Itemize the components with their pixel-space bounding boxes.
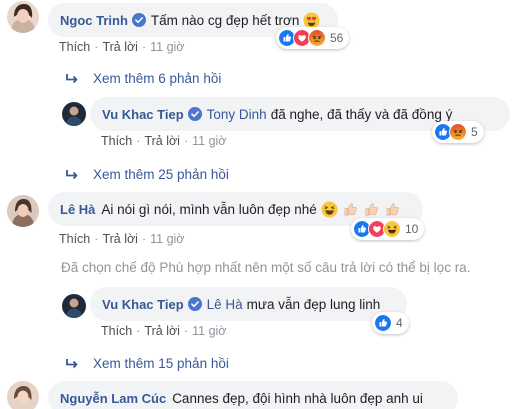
view-more-replies-link[interactable]: Xem thêm 25 phản hồi bbox=[65, 167, 229, 182]
reaction-count: 10 bbox=[405, 222, 419, 236]
avatar-ngoc-trinh[interactable] bbox=[7, 1, 39, 33]
heart-eyes-emoji-icon bbox=[303, 11, 320, 29]
view-more-label: Xem thêm 25 phản hồi bbox=[93, 167, 229, 182]
thumbs-up-emoji-icon bbox=[344, 202, 357, 215]
angry-reaction-icon bbox=[308, 29, 326, 47]
reply-button[interactable]: Trả lời bbox=[144, 134, 180, 148]
view-more-replies-link[interactable]: Xem thêm 6 phản hồi bbox=[65, 71, 221, 86]
reply-button[interactable]: Trả lời bbox=[144, 324, 180, 338]
reply-bubble: Vu Khac Tiep Lê Hà mưa vẫn đẹp lung linh bbox=[90, 287, 407, 321]
avatar-vu-khac-tiep[interactable] bbox=[62, 294, 86, 318]
reply-arrow-icon bbox=[65, 73, 79, 85]
thumbs-up-emoji-icon bbox=[365, 202, 378, 215]
like-button[interactable]: Thích bbox=[101, 324, 132, 338]
view-more-replies-link[interactable]: Xem thêm 15 phản hồi bbox=[65, 356, 229, 371]
angry-reaction-icon bbox=[449, 123, 467, 141]
comment-bubble: Nguyễn Lam Cúc Cannes đẹp, đội hình nhà … bbox=[48, 381, 458, 409]
reaction-summary[interactable]: 56 bbox=[276, 27, 350, 49]
reply-button[interactable]: Trả lời bbox=[102, 232, 138, 246]
view-more-label: Xem thêm 15 phản hồi bbox=[93, 356, 229, 371]
comment-actions: Thích · Trả lời · 11 giờ bbox=[59, 232, 185, 246]
reply-button[interactable]: Trả lời bbox=[102, 40, 138, 54]
comment-text: Cannes đẹp, đội hình nhà luôn đẹp anh ui bbox=[172, 390, 423, 406]
mention-link[interactable]: Lê Hà bbox=[207, 297, 243, 312]
reply-arrow-icon bbox=[65, 358, 79, 370]
comment-text: Tấm nào cg đẹp hết trơn bbox=[150, 12, 300, 28]
verified-badge-icon bbox=[132, 13, 146, 27]
reply-author[interactable]: Vu Khac Tiep bbox=[102, 107, 184, 122]
reply-actions: Thích · Trả lời · 11 giờ bbox=[101, 324, 227, 338]
view-more-label: Xem thêm 6 phản hồi bbox=[93, 71, 222, 86]
reaction-summary[interactable]: 10 bbox=[351, 218, 425, 240]
timestamp[interactable]: 11 giờ bbox=[192, 324, 226, 338]
comment-author[interactable]: Nguyễn Lam Cúc bbox=[60, 391, 166, 406]
like-reaction-icon bbox=[374, 314, 392, 332]
mention-link[interactable]: Tony Dinh bbox=[207, 107, 267, 122]
reply-arrow-icon bbox=[65, 169, 79, 181]
verified-badge-icon bbox=[188, 297, 202, 311]
laughing-emoji-icon bbox=[321, 200, 338, 218]
reaction-count: 56 bbox=[330, 31, 344, 45]
comment-author[interactable]: Ngoc Trinh bbox=[60, 13, 128, 28]
filtered-replies-notice: Đã chọn chế độ Phù hợp nhất nên một số c… bbox=[61, 260, 471, 275]
reply-text: mưa vẫn đẹp lung linh bbox=[246, 296, 381, 312]
like-button[interactable]: Thích bbox=[101, 134, 132, 148]
like-button[interactable]: Thích bbox=[59, 232, 90, 246]
like-button[interactable]: Thích bbox=[59, 40, 90, 54]
comment-author[interactable]: Lê Hà bbox=[60, 202, 95, 217]
reaction-count: 5 bbox=[471, 125, 478, 139]
timestamp[interactable]: 11 giờ bbox=[150, 232, 184, 246]
haha-reaction-icon bbox=[383, 220, 401, 238]
reaction-summary[interactable]: 5 bbox=[432, 121, 484, 143]
timestamp[interactable]: 11 giờ bbox=[192, 134, 226, 148]
thumbs-up-emoji-icon bbox=[386, 202, 399, 215]
reply-author[interactable]: Vu Khac Tiep bbox=[102, 297, 184, 312]
comment-text: Ai nói gì nói, mình vẫn luôn đẹp nhé bbox=[101, 201, 317, 217]
timestamp[interactable]: 11 giờ bbox=[150, 40, 184, 54]
avatar-le-ha[interactable] bbox=[7, 195, 39, 227]
verified-badge-icon bbox=[188, 107, 202, 121]
reaction-summary[interactable]: 4 bbox=[372, 312, 409, 334]
comment-actions: Thích · Trả lời · 11 giờ bbox=[59, 40, 185, 54]
reply-actions: Thích · Trả lời · 11 giờ bbox=[101, 134, 227, 148]
avatar-nguyen-lam-cuc[interactable] bbox=[7, 381, 39, 409]
reaction-count: 4 bbox=[396, 316, 403, 330]
avatar-vu-khac-tiep[interactable] bbox=[62, 102, 86, 126]
reply-text: đã nghe, đã thấy và đã đồng ý bbox=[270, 106, 453, 122]
